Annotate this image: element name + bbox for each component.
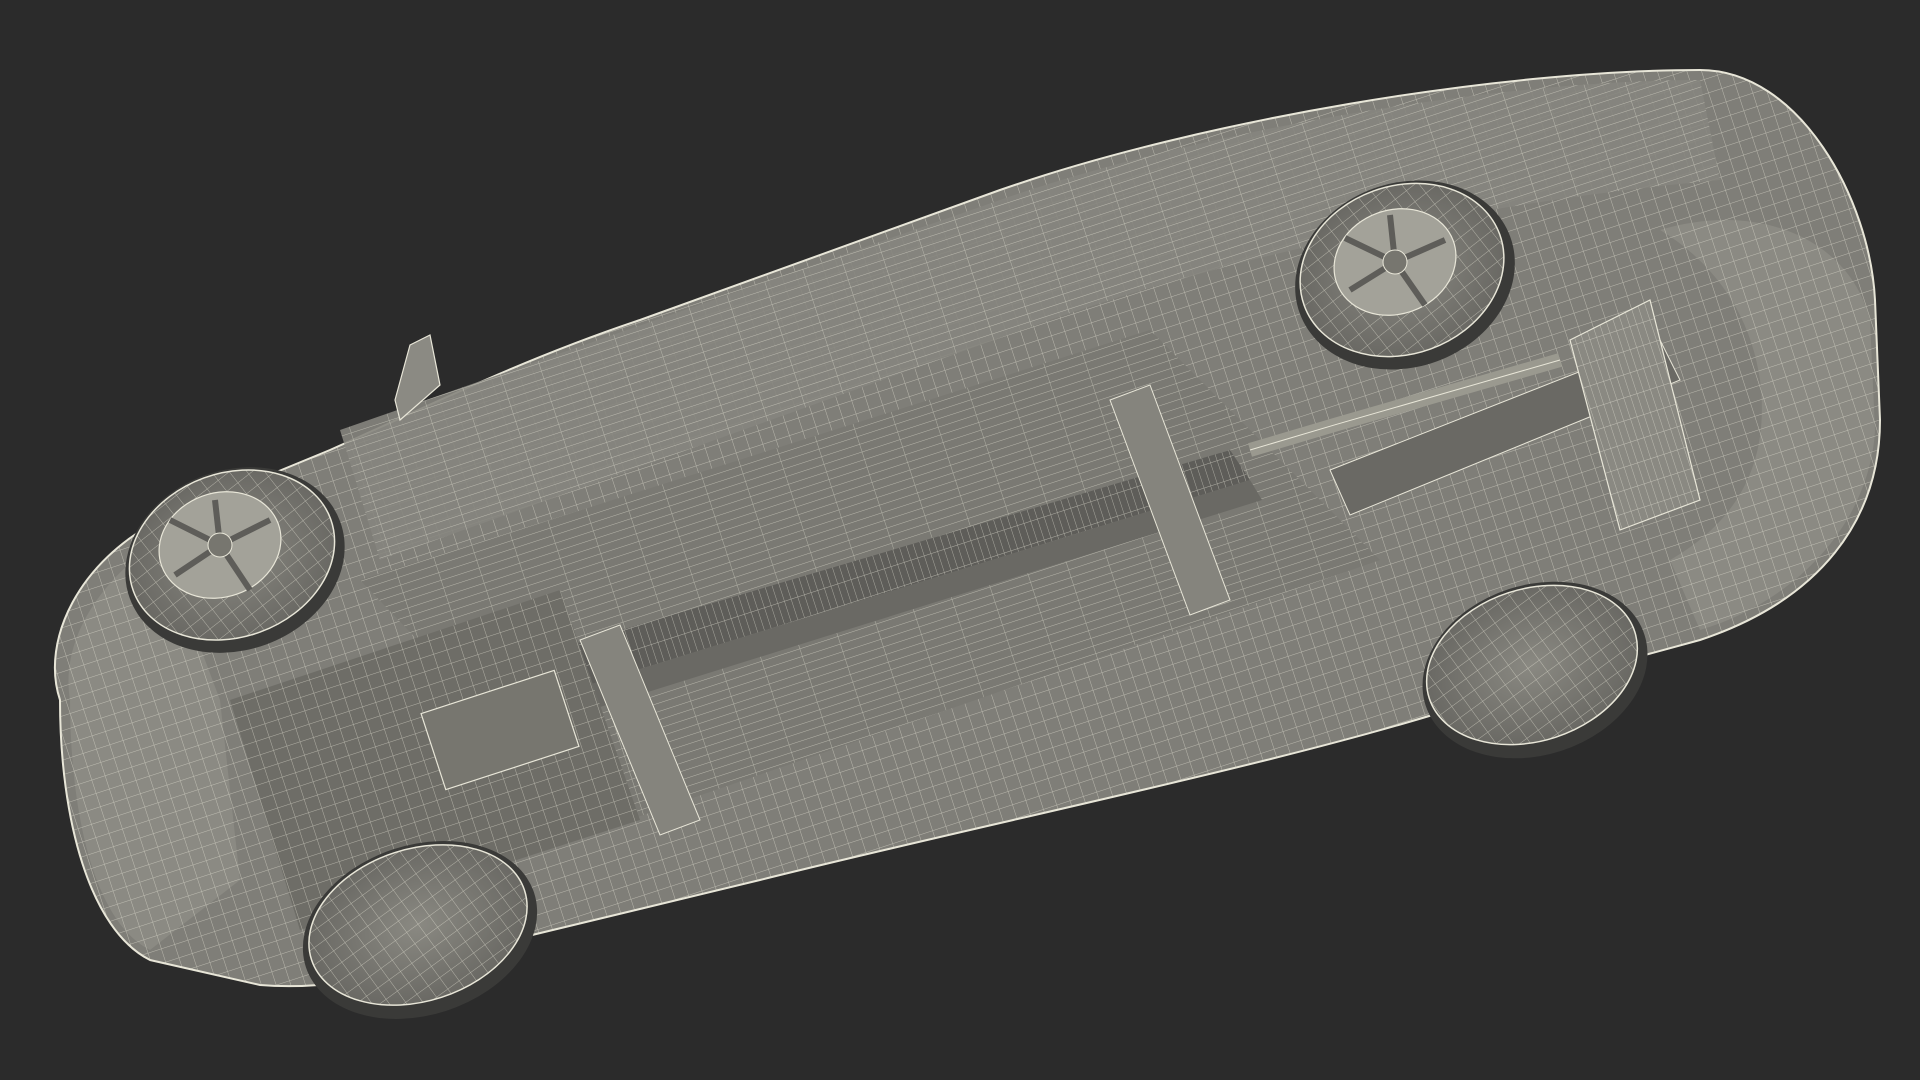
render-viewport <box>0 0 1920 1080</box>
car-wireframe-render <box>53 68 1882 1019</box>
